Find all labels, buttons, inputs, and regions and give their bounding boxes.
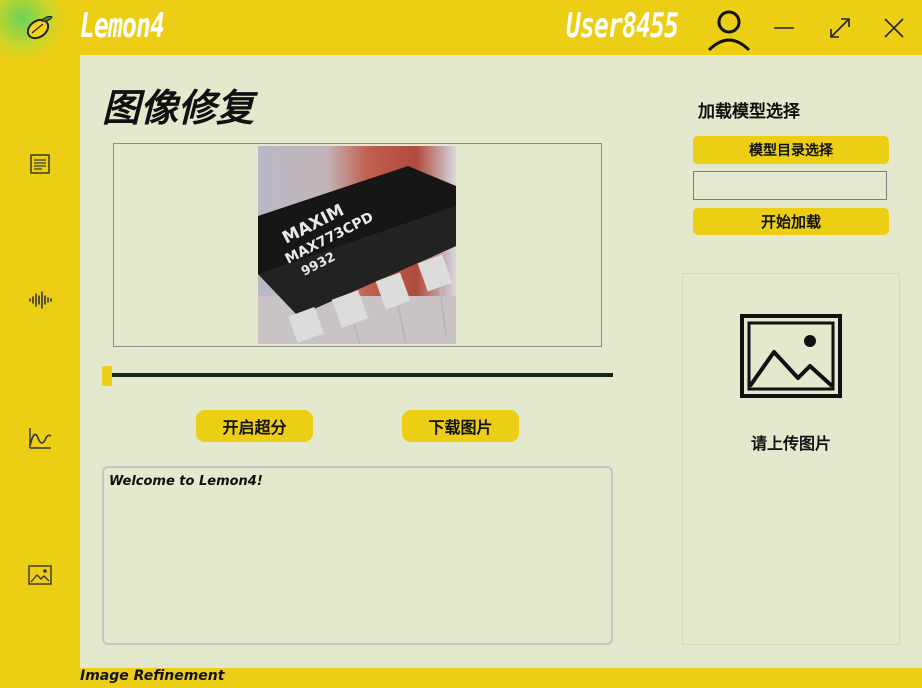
upload-prompt-text: 请上传图片: [750, 434, 831, 453]
main-content: 图像修复 MAXIM MAX773CPD 9932 开启超分 下载图片 Welc…: [80, 55, 922, 668]
slider-handle[interactable]: [102, 366, 112, 386]
minimize-icon[interactable]: [770, 14, 798, 42]
image-icon[interactable]: [26, 561, 54, 589]
ic-chip-image: MAXIM MAX773CPD 9932: [258, 146, 456, 344]
download-image-button[interactable]: 下载图片: [402, 410, 519, 442]
slider-track[interactable]: [108, 373, 613, 377]
maximize-icon[interactable]: [826, 14, 854, 42]
sidebar: [0, 55, 80, 668]
app-logo: [0, 0, 80, 55]
model-section-title: 加载模型选择: [698, 102, 800, 122]
lemon-icon: [26, 15, 53, 40]
start-loading-button[interactable]: 开始加载: [693, 208, 889, 235]
close-icon[interactable]: [880, 14, 908, 42]
audio-wave-icon[interactable]: [26, 286, 54, 314]
username-label: User8455: [566, 6, 679, 46]
user-icon[interactable]: [706, 8, 752, 52]
document-icon[interactable]: [26, 150, 54, 178]
model-dir-input[interactable]: [693, 171, 887, 200]
waveform-icon[interactable]: [26, 424, 54, 452]
choose-model-dir-button[interactable]: 模型目录选择: [693, 136, 889, 164]
log-text: Welcome to Lemon4!: [109, 474, 263, 489]
app-title: Lemon4: [80, 6, 165, 46]
image-preview-frame: MAXIM MAX773CPD 9932: [113, 143, 602, 347]
log-output-box[interactable]: Welcome to Lemon4!: [102, 466, 613, 645]
upload-panel[interactable]: 请上传图片: [682, 273, 900, 645]
page-title: 图像修复: [102, 86, 255, 130]
title-bar: Lemon4 User8455: [0, 0, 922, 55]
image-placeholder-icon: [740, 314, 842, 398]
super-resolution-button[interactable]: 开启超分: [196, 410, 313, 442]
status-text: Image Refinement: [80, 668, 225, 684]
